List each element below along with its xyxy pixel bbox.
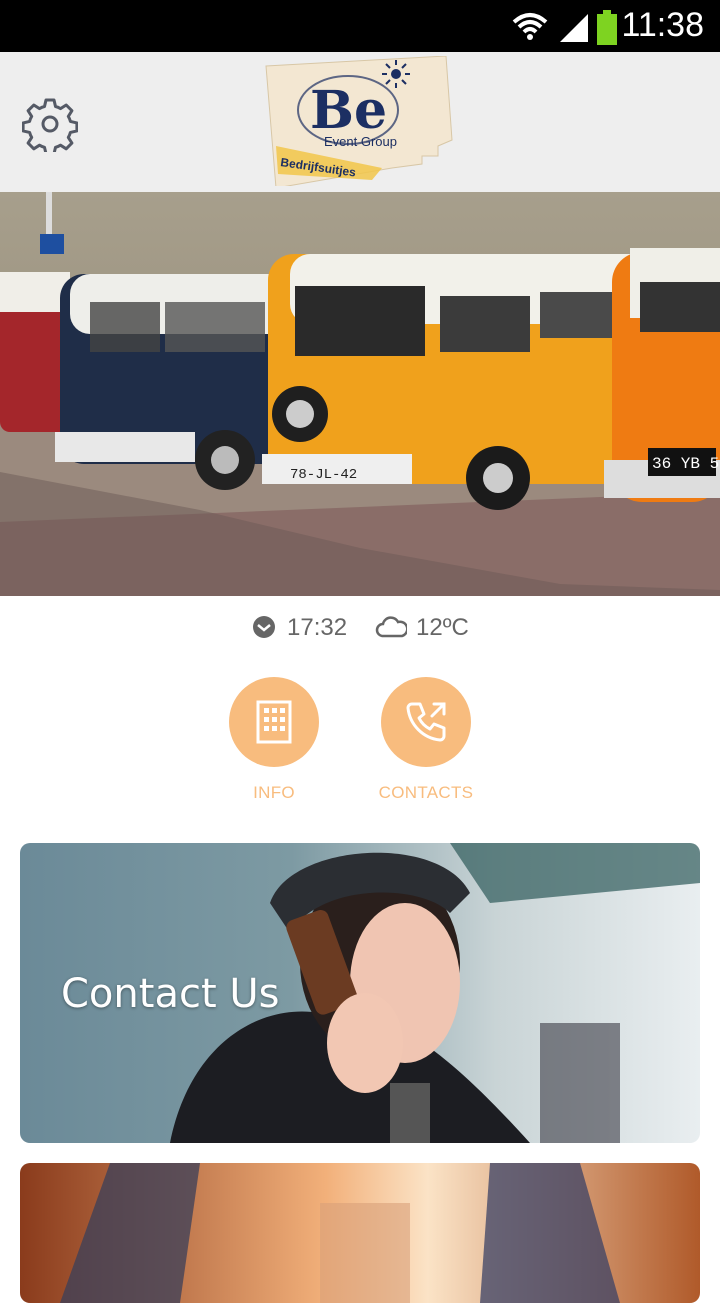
temperature: 12ºC <box>416 614 469 641</box>
plate-1: 78-JL-42 <box>290 467 357 483</box>
gear-icon[interactable] <box>22 96 78 152</box>
wifi-icon <box>512 13 548 40</box>
cloud-icon <box>375 616 407 638</box>
status-time: 11:38 <box>621 6 704 44</box>
clock-icon <box>253 616 275 638</box>
contacts-button[interactable]: CONTACTS <box>351 677 501 803</box>
phone-outgoing-icon <box>406 702 446 742</box>
logo-subtitle: Event Group <box>324 134 397 149</box>
info-circle[interactable] <box>229 677 319 767</box>
logo-letters: Be <box>310 80 387 141</box>
signal-icon <box>560 14 588 42</box>
weather-row: 17:32 12ºC <box>0 610 720 646</box>
info-button[interactable]: INFO <box>199 677 349 803</box>
current-time: 17:32 <box>287 614 348 641</box>
city-street-photo <box>20 1163 700 1303</box>
card-title: Contact Us <box>61 971 280 1017</box>
app-header: Be Event Group Bedrijfsuitjes <box>0 52 720 192</box>
info-label: INFO <box>253 783 295 802</box>
brand-logo: Be Event Group Bedrijfsuitjes <box>265 56 453 186</box>
contacts-label: CONTACTS <box>378 783 474 802</box>
contacts-circle[interactable] <box>381 677 471 767</box>
contact-us-card[interactable]: Contact Us <box>20 843 700 1143</box>
building-icon <box>256 700 292 744</box>
second-card[interactable] <box>20 1163 700 1303</box>
hero-image: 78-JL-42 36 YB 58 <box>0 192 720 596</box>
status-bar: 11:38 <box>0 0 720 52</box>
battery-icon <box>597 10 617 45</box>
plate-2: 36 YB 58 <box>652 455 720 473</box>
